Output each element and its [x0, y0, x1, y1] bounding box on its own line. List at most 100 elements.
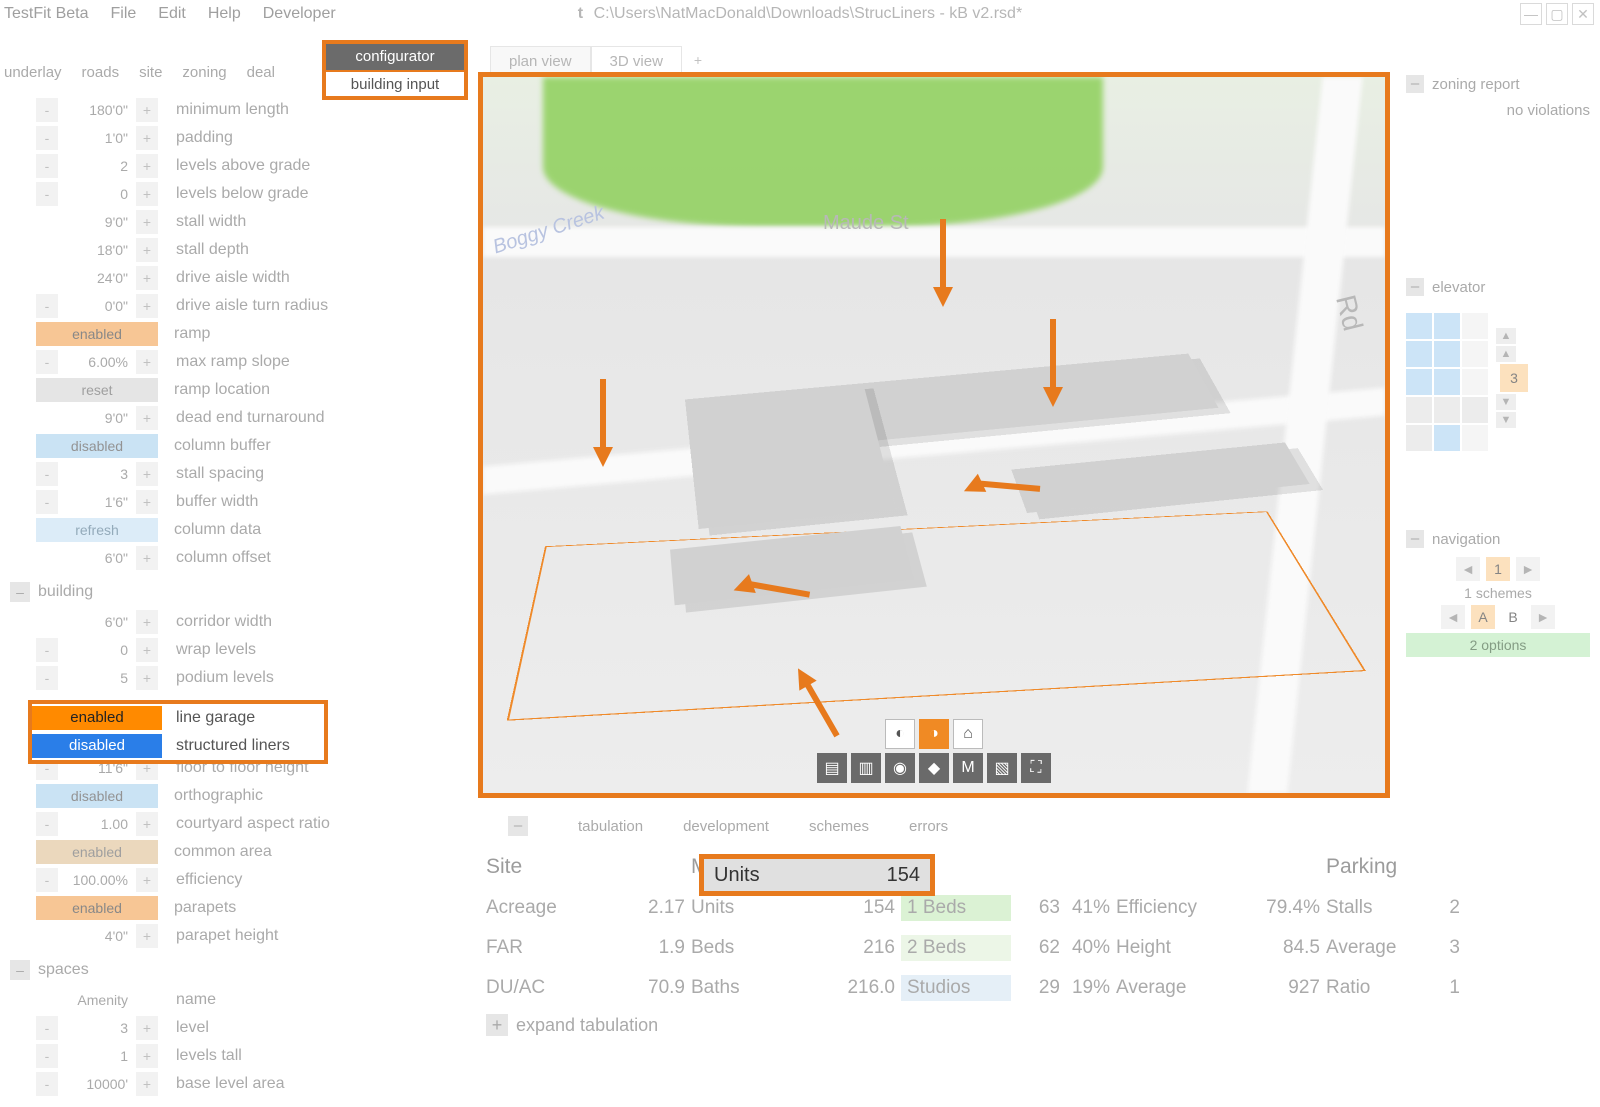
collapse-spaces-icon[interactable]: –: [10, 960, 30, 980]
increment-button[interactable]: +: [136, 666, 158, 690]
decrement-button[interactable]: -: [36, 868, 58, 892]
fullscreen-icon[interactable]: ⛶: [1021, 753, 1051, 783]
collapse-elevator-icon[interactable]: –: [1406, 278, 1424, 296]
increment-button[interactable]: +: [136, 1016, 158, 1040]
increment-button[interactable]: +: [136, 406, 158, 430]
value-field[interactable]: 100.00%: [60, 868, 136, 892]
close-button[interactable]: ✕: [1572, 3, 1594, 25]
value-field[interactable]: 0: [60, 182, 136, 206]
building-input-option[interactable]: building input: [326, 70, 464, 96]
vp-btn-2[interactable]: ▥: [851, 753, 881, 783]
3d-viewport[interactable]: Maude St Boggy Creek Rd ◐ ◑ ⌂ ▤: [478, 72, 1390, 798]
nav-prev[interactable]: ◄: [1456, 557, 1480, 581]
increment-button[interactable]: +: [136, 490, 158, 514]
vp-btn-m[interactable]: M: [953, 753, 983, 783]
increment-button[interactable]: +: [136, 266, 158, 290]
value-field[interactable]: 6.00%: [60, 350, 136, 374]
increment-button[interactable]: +: [136, 1044, 158, 1068]
increment-button[interactable]: +: [136, 182, 158, 206]
decrement-button[interactable]: -: [36, 490, 58, 514]
vp-btn-1[interactable]: ▤: [817, 753, 847, 783]
scheme-number[interactable]: 1: [1486, 557, 1510, 581]
value-field[interactable]: 6'0": [60, 610, 136, 634]
value-field[interactable]: 1: [60, 1044, 136, 1068]
increment-button[interactable]: +: [136, 98, 158, 122]
elevator-grid[interactable]: [1406, 313, 1488, 451]
increment-button[interactable]: +: [136, 350, 158, 374]
increment-button[interactable]: +: [136, 546, 158, 570]
value-field[interactable]: 3: [60, 462, 136, 486]
option-b[interactable]: B: [1501, 609, 1525, 625]
decrement-button[interactable]: -: [36, 1016, 58, 1040]
value-field[interactable]: 0: [60, 638, 136, 662]
collapse-navigation-icon[interactable]: –: [1406, 530, 1424, 548]
decrement-button[interactable]: -: [36, 1072, 58, 1096]
value-field[interactable]: 1'0": [60, 126, 136, 150]
decrement-button[interactable]: -: [36, 126, 58, 150]
vp-btn-5[interactable]: ▧: [987, 753, 1017, 783]
toggle-ramp[interactable]: enabled: [36, 322, 158, 346]
sun-icon[interactable]: ◐: [885, 719, 915, 749]
increment-button[interactable]: +: [136, 638, 158, 662]
chevron-up-icon[interactable]: ▲: [1496, 346, 1516, 362]
nav-prev-opt[interactable]: ◄: [1441, 605, 1465, 629]
vp-btn-4[interactable]: ◆: [919, 753, 949, 783]
increment-button[interactable]: +: [136, 238, 158, 262]
increment-button[interactable]: +: [136, 126, 158, 150]
increment-button[interactable]: +: [136, 294, 158, 318]
toggle-orthographic[interactable]: disabled: [36, 784, 158, 808]
value-field[interactable]: 10000': [60, 1072, 136, 1096]
home-icon[interactable]: ⌂: [953, 719, 983, 749]
toggle-ramp-location[interactable]: reset: [36, 378, 158, 402]
expand-button[interactable]: +: [486, 1014, 508, 1036]
increment-button[interactable]: +: [136, 868, 158, 892]
contrast-icon[interactable]: ◑: [919, 719, 949, 749]
decrement-button[interactable]: -: [36, 462, 58, 486]
value-field[interactable]: 180'0": [60, 98, 136, 122]
decrement-button[interactable]: -: [36, 154, 58, 178]
toggle-column-buffer[interactable]: disabled: [36, 434, 158, 458]
decrement-button[interactable]: -: [36, 1044, 58, 1068]
vp-btn-3[interactable]: ◉: [885, 753, 915, 783]
structured-liners-disabled[interactable]: disabled: [32, 734, 162, 758]
line-garage-enabled[interactable]: enabled: [32, 706, 162, 730]
increment-button[interactable]: +: [136, 462, 158, 486]
increment-button[interactable]: +: [136, 210, 158, 234]
value-field[interactable]: 9'0": [60, 210, 136, 234]
tab-development[interactable]: development: [683, 818, 769, 835]
toggle-column-data[interactable]: refresh: [36, 518, 158, 542]
tab-roads[interactable]: roads: [82, 64, 120, 88]
collapse-tabulation-icon[interactable]: –: [508, 816, 528, 836]
value-field[interactable]: 5: [60, 666, 136, 690]
toggle-parapets[interactable]: enabled: [36, 896, 158, 920]
tab-underlay[interactable]: underlay: [4, 64, 62, 88]
decrement-button[interactable]: -: [36, 666, 58, 690]
tab-schemes[interactable]: schemes: [809, 818, 869, 835]
value-field[interactable]: 9'0": [60, 406, 136, 430]
chevron-down-icon[interactable]: ▼: [1496, 412, 1516, 428]
decrement-button[interactable]: -: [36, 182, 58, 206]
value-field[interactable]: 3: [60, 1016, 136, 1040]
elevator-level[interactable]: 3: [1500, 364, 1528, 392]
tab-tabulation[interactable]: tabulation: [578, 818, 643, 835]
decrement-button[interactable]: -: [36, 98, 58, 122]
chevron-down-icon[interactable]: ▼: [1496, 394, 1516, 410]
decrement-button[interactable]: -: [36, 638, 58, 662]
tab-site[interactable]: site: [139, 64, 162, 88]
collapse-building-icon[interactable]: –: [10, 582, 30, 602]
value-field[interactable]: 2: [60, 154, 136, 178]
configurator-option[interactable]: configurator: [326, 44, 464, 70]
value-field[interactable]: 0'0": [60, 294, 136, 318]
maximize-button[interactable]: ▢: [1546, 3, 1568, 25]
collapse-zoning-icon[interactable]: –: [1406, 75, 1424, 93]
decrement-button[interactable]: -: [36, 294, 58, 318]
nav-next-opt[interactable]: ►: [1531, 605, 1555, 629]
option-a[interactable]: A: [1471, 605, 1495, 629]
decrement-button[interactable]: -: [36, 350, 58, 374]
configurator-dropdown[interactable]: configurator building input: [322, 40, 468, 100]
tab-errors[interactable]: errors: [909, 818, 948, 835]
decrement-button[interactable]: -: [36, 812, 58, 836]
value-field[interactable]: 1.00: [60, 812, 136, 836]
tab-deal[interactable]: deal: [247, 64, 275, 88]
value-field[interactable]: 4'0": [60, 924, 136, 948]
